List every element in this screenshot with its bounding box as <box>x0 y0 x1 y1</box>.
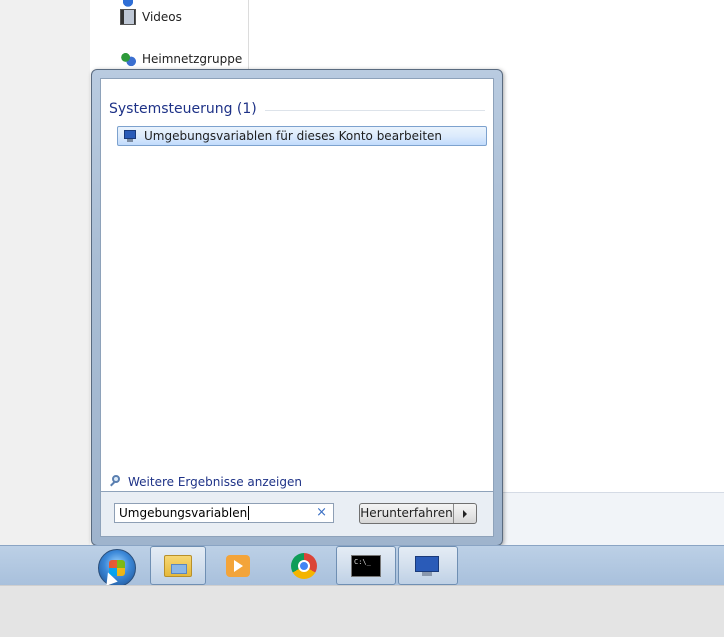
result-group-header[interactable]: Systemsteuerung (1) <box>109 101 485 117</box>
taskbar-cmd-button[interactable]: C:\_ <box>336 546 396 585</box>
chrome-icon <box>291 552 317 579</box>
search-results-pane: Systemsteuerung (1) Umgebungsvariablen f… <box>100 78 494 492</box>
clear-search-icon[interactable]: × <box>316 505 327 520</box>
nav-item-label: Heimnetzgruppe <box>142 52 243 66</box>
explorer-details-pane <box>500 492 724 547</box>
search-text: Umgebungsvariablen <box>119 506 248 520</box>
homegroup-icon <box>120 51 136 67</box>
search-area: Umgebungsvariablen × Herunterfahren <box>100 492 494 537</box>
explorer-folder-icon <box>164 554 192 577</box>
shutdown-button[interactable]: Herunterfahren <box>359 503 477 524</box>
shutdown-options-arrow[interactable] <box>454 504 476 523</box>
explorer-left-gutter <box>0 0 90 546</box>
chevron-right-icon <box>463 509 467 518</box>
music-icon <box>120 0 136 8</box>
group-title: Systemsteuerung (1) <box>109 101 257 117</box>
group-divider <box>264 109 485 111</box>
video-icon <box>120 9 136 25</box>
desktop-bottom-area <box>0 585 724 637</box>
taskbar-media-player-button[interactable] <box>210 546 266 585</box>
nav-item-homegroup[interactable]: Heimnetzgruppe <box>120 50 242 68</box>
text-caret <box>248 506 250 520</box>
control-panel-icon <box>122 129 138 143</box>
more-results-link[interactable]: Weitere Ergebnisse anzeigen <box>109 475 302 489</box>
system-control-panel-icon <box>413 554 443 578</box>
start-menu: Systemsteuerung (1) Umgebungsvariablen f… <box>91 69 503 546</box>
nav-item-videos[interactable]: Videos <box>120 8 182 26</box>
taskbar-system-button[interactable] <box>398 546 458 585</box>
more-results-label: Weitere Ergebnisse anzeigen <box>128 475 302 489</box>
result-label: Umgebungsvariablen für dieses Konto bear… <box>144 129 443 143</box>
taskbar-explorer-button[interactable] <box>150 546 206 585</box>
taskbar-chrome-button[interactable] <box>274 546 334 585</box>
result-item-environment-variables[interactable]: Umgebungsvariablen für dieses Konto bear… <box>117 126 487 146</box>
shutdown-label: Herunterfahren <box>360 504 454 523</box>
search-input[interactable]: Umgebungsvariablen × <box>114 503 334 523</box>
media-player-icon <box>226 554 250 577</box>
nav-item-label: Videos <box>142 10 182 24</box>
magnifier-icon <box>109 475 123 489</box>
command-prompt-icon: C:\_ <box>351 554 381 577</box>
